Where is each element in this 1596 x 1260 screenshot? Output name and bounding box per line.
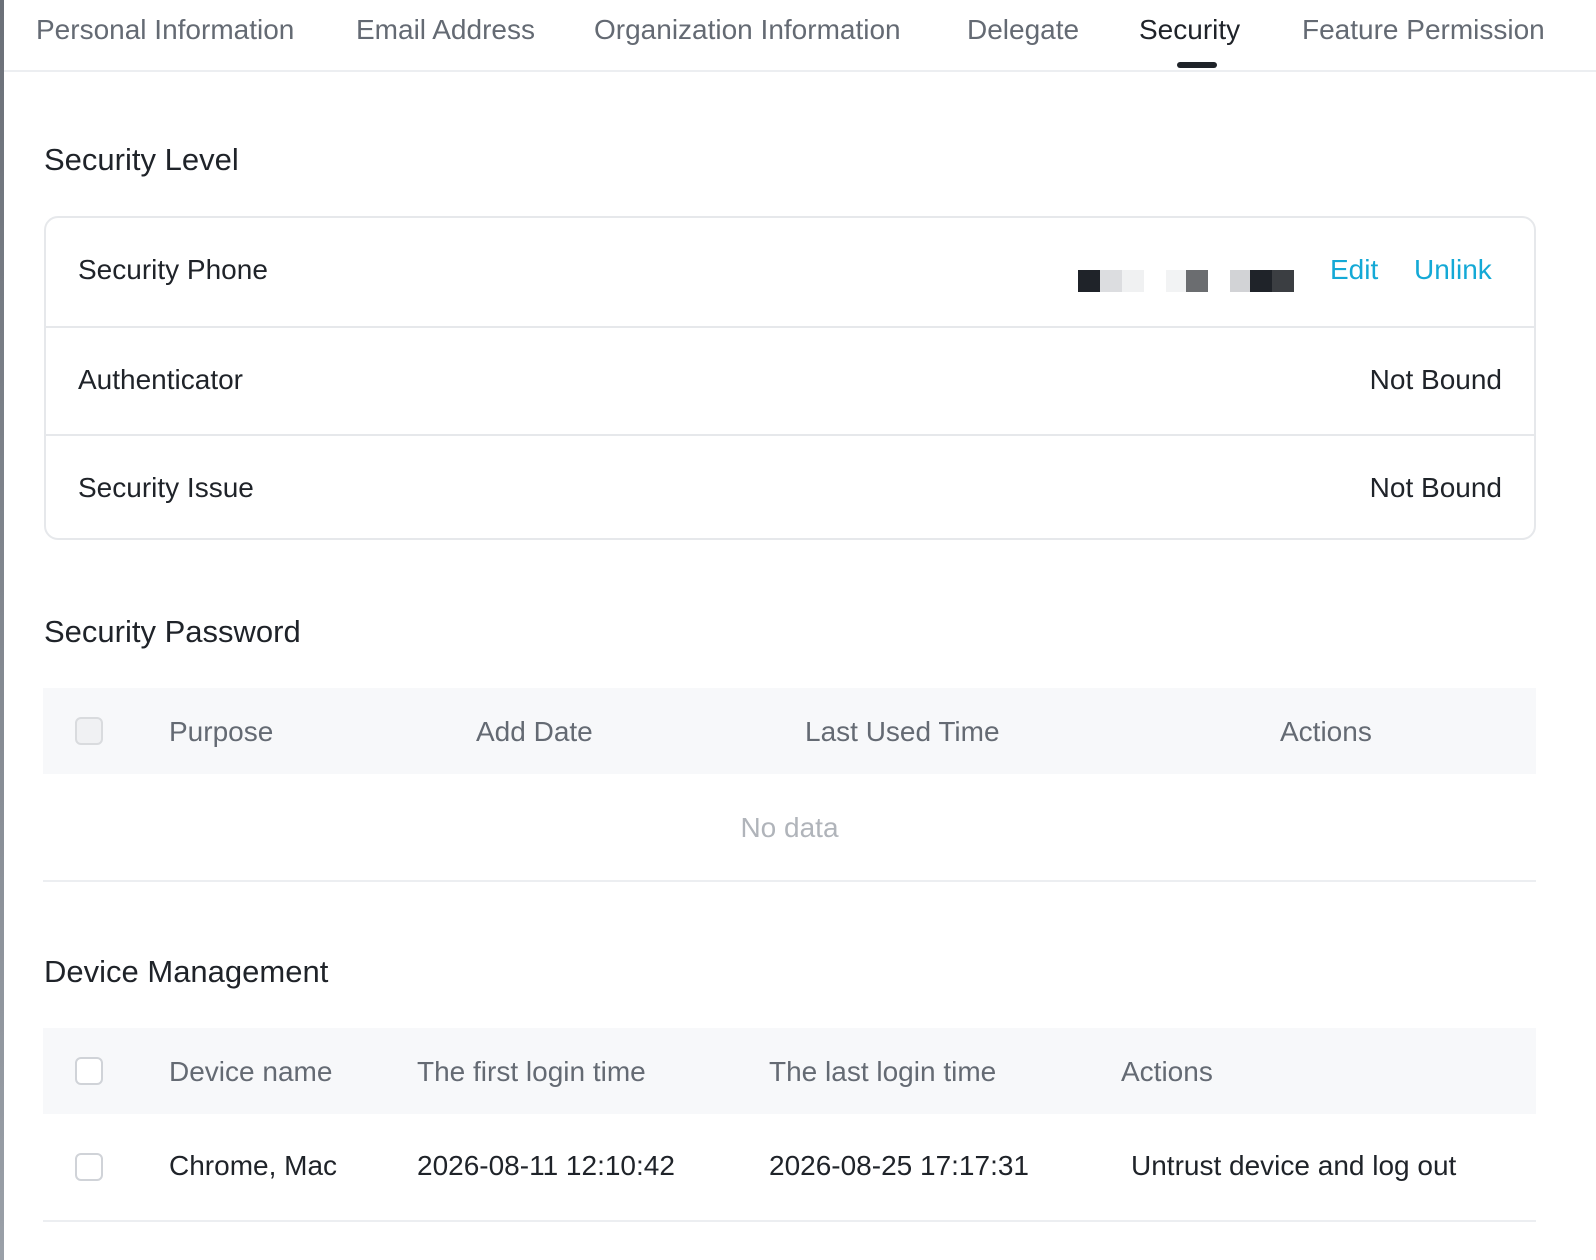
last-login-cell: 2026-08-25 17:17:31 [769, 1150, 1029, 1181]
first-login-cell: 2026-08-11 12:10:42 [417, 1150, 675, 1181]
masked-phone-number [1078, 270, 1294, 292]
authenticator-status: Not Bound [1369, 364, 1502, 395]
tab-email-address[interactable]: Email Address [356, 14, 535, 46]
column-last-login-time: The last login time [769, 1056, 997, 1087]
security-password-title: Security Password [44, 614, 301, 649]
device-name-cell: Chrome, Mac [169, 1150, 338, 1181]
authenticator-row: Authenticator Not Bound [46, 326, 1534, 436]
tab-delegate[interactable]: Delegate [967, 14, 1079, 46]
tab-feature-permission[interactable]: Feature Permission [1302, 14, 1545, 46]
untrust-device-link[interactable]: Untrust device and log out [1131, 1150, 1456, 1182]
no-data-text: No data [740, 812, 839, 843]
column-purpose: Purpose [169, 716, 274, 747]
security-level-title: Security Level [44, 142, 239, 177]
column-add-date: Add Date [476, 716, 593, 747]
tab-organization-information[interactable]: Organization Information [594, 14, 901, 46]
device-row-checkbox[interactable] [75, 1153, 103, 1181]
device-management-title: Device Management [44, 954, 329, 989]
column-device-actions: Actions [1121, 1056, 1213, 1087]
edit-phone-link[interactable]: Edit [1330, 254, 1378, 286]
select-all-devices-checkbox[interactable] [75, 1057, 103, 1085]
unlink-phone-link[interactable]: Unlink [1414, 254, 1492, 286]
security-phone-label: Security Phone [78, 254, 268, 285]
active-tab-indicator [1177, 62, 1217, 68]
authenticator-label: Authenticator [78, 364, 243, 395]
security-issue-row: Security Issue Not Bound [46, 434, 1534, 544]
security-level-card: Security Phone Edit Unlink Authenticator… [44, 216, 1536, 540]
security-password-empty-state: No data [43, 774, 1536, 882]
column-last-used-time: Last Used Time [805, 716, 1000, 747]
tab-security[interactable]: Security [1139, 14, 1240, 46]
security-issue-label: Security Issue [78, 472, 254, 503]
window-left-edge [0, 0, 4, 1260]
device-table-header: Device name The first login time The las… [43, 1028, 1536, 1114]
tab-personal-information[interactable]: Personal Information [36, 14, 294, 46]
column-device-name: Device name [169, 1056, 333, 1087]
table-row: Chrome, Mac 2026-08-11 12:10:42 2026-08-… [43, 1114, 1536, 1222]
column-actions: Actions [1280, 716, 1372, 747]
security-password-table-header: Purpose Add Date Last Used Time Actions [43, 688, 1536, 774]
security-issue-status: Not Bound [1369, 472, 1502, 503]
select-all-passwords-checkbox[interactable] [75, 717, 103, 745]
security-phone-row: Security Phone Edit Unlink [46, 218, 1534, 326]
column-first-login-time: The first login time [417, 1056, 646, 1087]
settings-tab-bar: Personal Information Email Address Organ… [4, 0, 1596, 72]
